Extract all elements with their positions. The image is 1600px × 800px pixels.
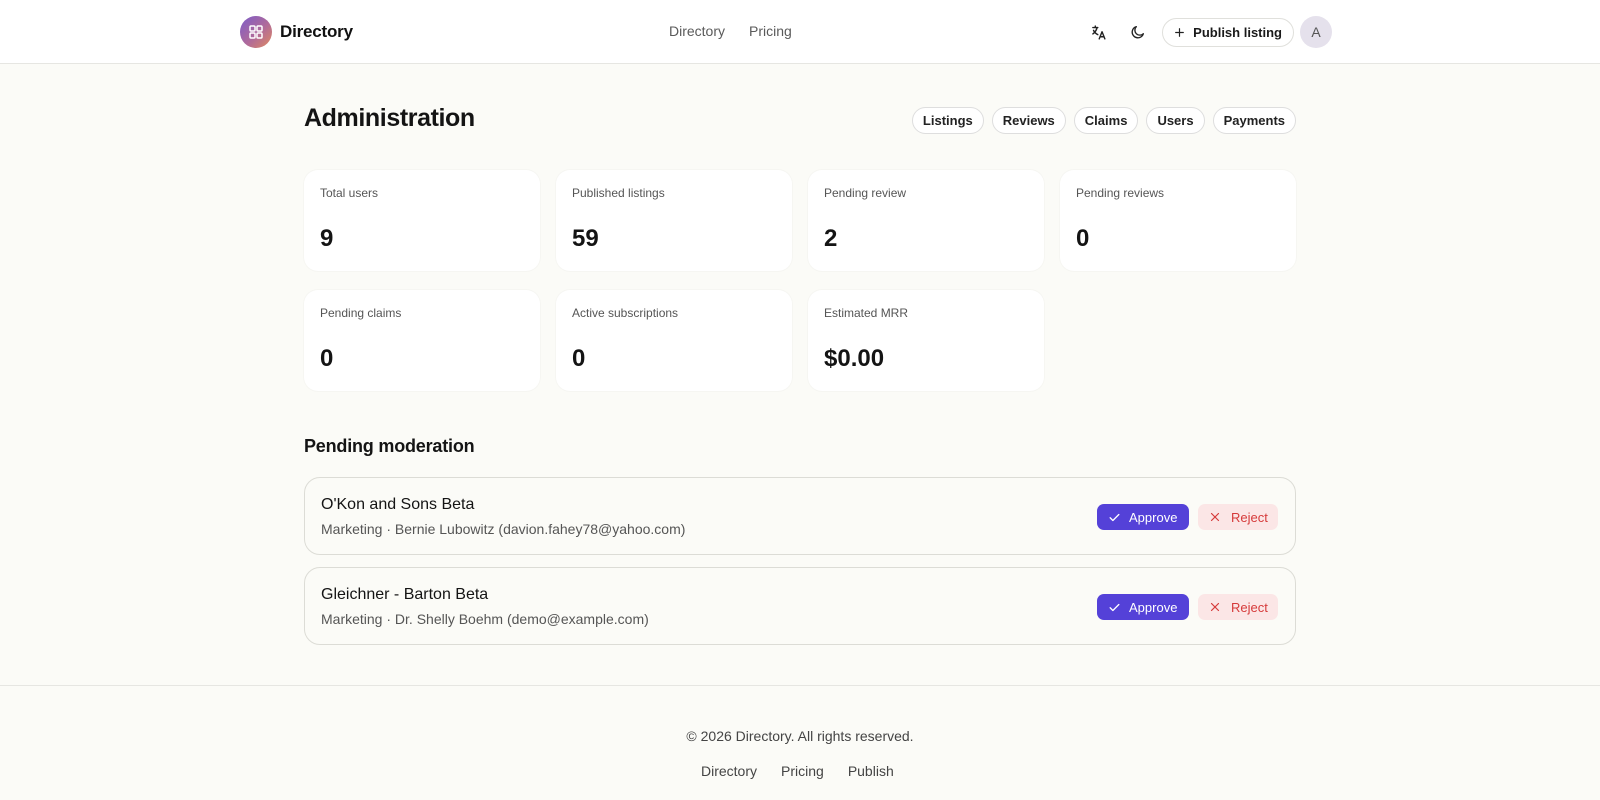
footer-link-pricing[interactable]: Pricing — [781, 763, 824, 779]
footer-link-directory[interactable]: Directory — [701, 763, 757, 779]
stat-label: Total users — [320, 186, 379, 200]
moderation-item: O'Kon and Sons Beta Marketing · Bernie L… — [304, 477, 1296, 555]
stat-value: 0 — [1076, 225, 1090, 252]
stat-value: 0 — [320, 345, 334, 372]
theme-toggle-button[interactable] — [1122, 16, 1154, 48]
stat-value: 9 — [320, 225, 334, 252]
nav-link-directory[interactable]: Directory — [669, 23, 725, 39]
header-actions: Publish listing A — [1082, 16, 1332, 48]
stat-label: Pending review — [824, 186, 907, 200]
moon-icon — [1131, 26, 1145, 39]
translate-icon — [1091, 24, 1106, 40]
stat-card-pending-review: Pending review 2 — [808, 170, 1044, 271]
stat-label: Estimated MRR — [824, 306, 909, 320]
reject-button[interactable]: Reject — [1198, 504, 1278, 530]
approve-label: Approve — [1129, 509, 1178, 525]
tab-users[interactable]: Users — [1146, 107, 1205, 134]
listing-name: O'Kon and Sons Beta — [321, 496, 475, 513]
tab-claims[interactable]: Claims — [1073, 107, 1139, 134]
stat-card-active-subscriptions: Active subscriptions 0 — [556, 290, 792, 391]
stat-card-pending-claims: Pending claims 0 — [304, 290, 540, 391]
stat-card-total-users: Total users 9 — [304, 170, 540, 271]
stat-label: Active subscriptions — [572, 306, 679, 320]
avatar[interactable]: A — [1300, 16, 1332, 48]
stat-value: $0.00 — [824, 345, 885, 372]
stat-card-estimated-mrr: Estimated MRR $0.00 — [808, 290, 1044, 391]
footer-nav: Directory Pricing Publish — [701, 763, 894, 779]
brand-link[interactable]: Directory — [240, 16, 353, 48]
stat-card-pending-reviews: Pending reviews 0 — [1060, 170, 1296, 271]
reject-label: Reject — [1231, 599, 1268, 615]
listing-meta: Marketing · Dr. Shelly Boehm (demo@examp… — [321, 611, 649, 627]
stat-value: 2 — [824, 225, 838, 252]
tab-listings[interactable]: Listings — [911, 107, 984, 134]
x-icon — [1210, 512, 1220, 522]
footer: © 2026 Directory. All rights reserved. D… — [0, 685, 1600, 800]
footer-link-publish[interactable]: Publish — [848, 763, 894, 779]
check-icon — [1109, 603, 1120, 611]
plus-icon — [1175, 27, 1185, 37]
pending-moderation-title: Pending moderation — [304, 436, 475, 456]
approve-label: Approve — [1129, 599, 1178, 615]
stat-label: Pending reviews — [1076, 186, 1165, 200]
moderation-item: Gleichner - Barton Beta Marketing · Dr. … — [304, 567, 1296, 645]
top-nav: Directory Pricing — [669, 23, 792, 39]
stat-label: Pending claims — [320, 306, 402, 320]
reject-button[interactable]: Reject — [1198, 594, 1278, 620]
check-icon — [1109, 513, 1120, 521]
nav-link-pricing[interactable]: Pricing — [749, 23, 792, 39]
stat-value: 59 — [572, 225, 599, 252]
publish-listing-button[interactable]: Publish listing — [1162, 17, 1294, 47]
grid-icon — [240, 16, 272, 48]
page-title: Administration — [304, 104, 475, 132]
brand-name: Directory — [280, 22, 353, 41]
publish-listing-label: Publish listing — [1193, 24, 1282, 40]
reject-label: Reject — [1231, 509, 1268, 525]
x-icon — [1210, 602, 1220, 612]
listing-meta: Marketing · Bernie Lubowitz (davion.fahe… — [321, 521, 686, 537]
admin-tabs: Listings Reviews Claims Users Payments — [911, 107, 1296, 134]
listing-name: Gleichner - Barton Beta — [321, 586, 489, 603]
tab-payments[interactable]: Payments — [1212, 107, 1296, 134]
top-header: Directory Directory Pricing Publish list… — [0, 0, 1600, 64]
language-button[interactable] — [1082, 16, 1114, 48]
approve-button[interactable]: Approve — [1097, 504, 1189, 530]
copyright-text: © 2026 Directory. All rights reserved. — [686, 728, 914, 744]
tab-reviews[interactable]: Reviews — [991, 107, 1066, 134]
stat-value: 0 — [572, 345, 586, 372]
stat-label: Published listings — [572, 186, 665, 200]
stat-card-published-listings: Published listings 59 — [556, 170, 792, 271]
approve-button[interactable]: Approve — [1097, 594, 1189, 620]
